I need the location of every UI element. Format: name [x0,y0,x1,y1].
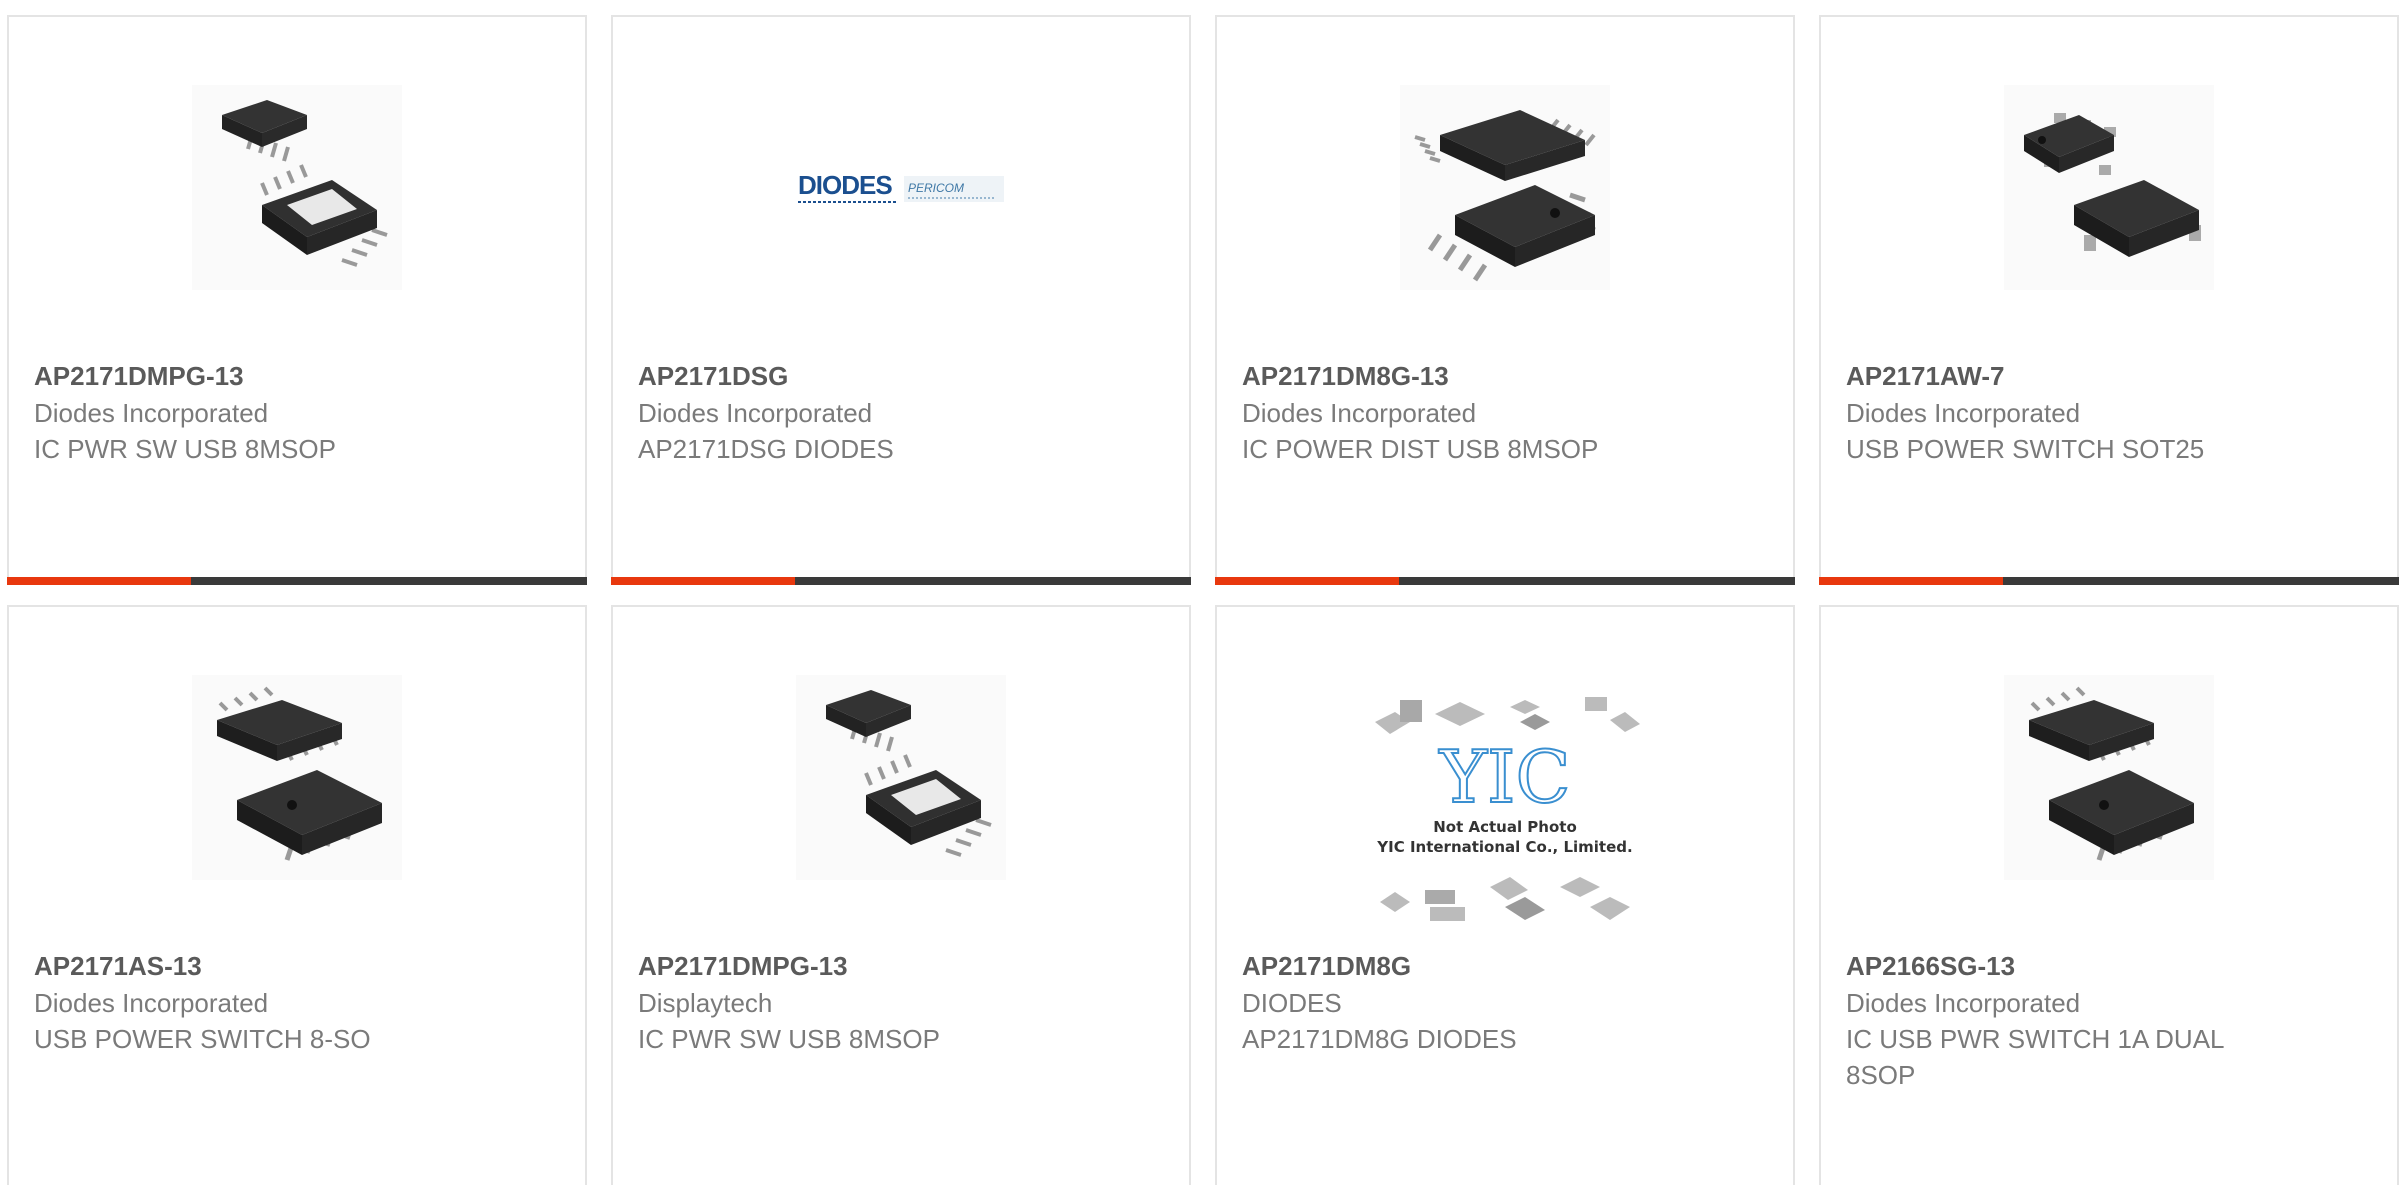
product-info: AP2171AW-7 Diodes Incorporated USB POWER… [1846,357,2372,467]
product-info: AP2171DM8G DIODES AP2171DM8G DIODES [1242,947,1768,1057]
manufacturer: Displaytech [638,988,773,1018]
product-image[interactable] [1821,675,2397,880]
product-image[interactable] [613,675,1189,880]
product-info: AP2171DM8G-13 Diodes Incorporated IC POW… [1242,357,1768,467]
card-bottom-bar [611,577,1191,585]
card-accent [1215,577,1399,585]
manufacturer: DIODES [1242,988,1342,1018]
manufacturer: Diodes Incorporated [1242,398,1477,428]
part-number[interactable]: AP2171AS-13 [34,947,560,985]
part-number[interactable]: AP2171DMPG-13 [34,357,560,395]
product-card[interactable]: AP2171AS-13 Diodes Incorporated USB POWE… [7,605,587,1185]
chip-package-icon [192,85,402,290]
svg-text:PERICOM: PERICOM [908,181,964,195]
description: AP2171DSG DIODES [638,434,894,464]
chip-package-icon [1400,85,1610,290]
product-image[interactable]: YIC Not Actual Photo YIC International C… [1217,692,1793,932]
part-number[interactable]: AP2171DM8G-13 [1242,357,1768,395]
svg-text:YIC: YIC [1438,735,1570,819]
card-accent [611,577,795,585]
description: IC PWR SW USB 8MSOP [638,1024,940,1054]
description: IC POWER DIST USB 8MSOP [1242,434,1599,464]
not-actual-photo-placeholder: YIC Not Actual Photo YIC International C… [1375,697,1640,921]
manufacturer: Diodes Incorporated [34,398,269,428]
chip-package-icon [2004,675,2214,880]
chip-package-icon [2004,85,2214,290]
svg-text:YIC International Co., Limited: YIC International Co., Limited. [1376,838,1632,856]
chip-package-icon [796,675,1006,880]
description: IC USB PWR SWITCH 1A DUAL 8SOP [1846,1024,2224,1090]
product-card[interactable]: AP2171AW-7 Diodes Incorporated USB POWER… [1819,15,2399,585]
product-image[interactable]: DIODES PERICOM [613,85,1189,290]
card-bottom-bar [1215,577,1795,585]
product-image[interactable] [9,675,585,880]
part-number[interactable]: AP2171DMPG-13 [638,947,1164,985]
chip-package-icon [192,675,402,880]
product-info: AP2171AS-13 Diodes Incorporated USB POWE… [34,947,560,1057]
part-number[interactable]: AP2166SG-13 [1846,947,2372,985]
product-card[interactable]: DIODES PERICOM AP2171DSG Diodes Incorpor… [611,15,1191,585]
product-info: AP2166SG-13 Diodes Incorporated IC USB P… [1846,947,2372,1093]
product-card[interactable]: AP2171DMPG-13 Diodes Incorporated IC PWR… [7,15,587,585]
card-accent [7,577,191,585]
manufacturer: Diodes Incorporated [638,398,873,428]
product-info: AP2171DSG Diodes Incorporated AP2171DSG … [638,357,1164,467]
product-card[interactable]: AP2166SG-13 Diodes Incorporated IC USB P… [1819,605,2399,1185]
description: USB POWER SWITCH 8-SO [34,1024,371,1054]
product-info: AP2171DMPG-13 Diodes Incorporated IC PWR… [34,357,560,467]
diodes-logo-icon: DIODES PERICOM [798,170,1004,203]
part-number[interactable]: AP2171DM8G [1242,947,1768,985]
part-number[interactable]: AP2171AW-7 [1846,357,2372,395]
svg-text:DIODES: DIODES [798,170,892,200]
description: AP2171DM8G DIODES [1242,1024,1517,1054]
manufacturer: Diodes Incorporated [1846,398,2081,428]
product-info: AP2171DMPG-13 Displaytech IC PWR SW USB … [638,947,1164,1057]
product-card[interactable]: AP2171DM8G-13 Diodes Incorporated IC POW… [1215,15,1795,585]
product-image[interactable] [1217,85,1793,290]
card-bottom-bar [1819,577,2399,585]
part-number[interactable]: AP2171DSG [638,357,1164,395]
product-image[interactable] [9,85,585,290]
manufacturer: Diodes Incorporated [1846,988,2081,1018]
product-grid: AP2171DMPG-13 Diodes Incorporated IC PWR… [0,0,2400,1185]
description: IC PWR SW USB 8MSOP [34,434,336,464]
product-card[interactable]: YIC Not Actual Photo YIC International C… [1215,605,1795,1185]
product-image[interactable] [1821,85,2397,290]
card-accent [1819,577,2003,585]
card-bottom-bar [7,577,587,585]
description: USB POWER SWITCH SOT25 [1846,434,2205,464]
svg-text:Not Actual Photo: Not Actual Photo [1433,818,1577,836]
product-card[interactable]: AP2171DMPG-13 Displaytech IC PWR SW USB … [611,605,1191,1185]
manufacturer: Diodes Incorporated [34,988,269,1018]
